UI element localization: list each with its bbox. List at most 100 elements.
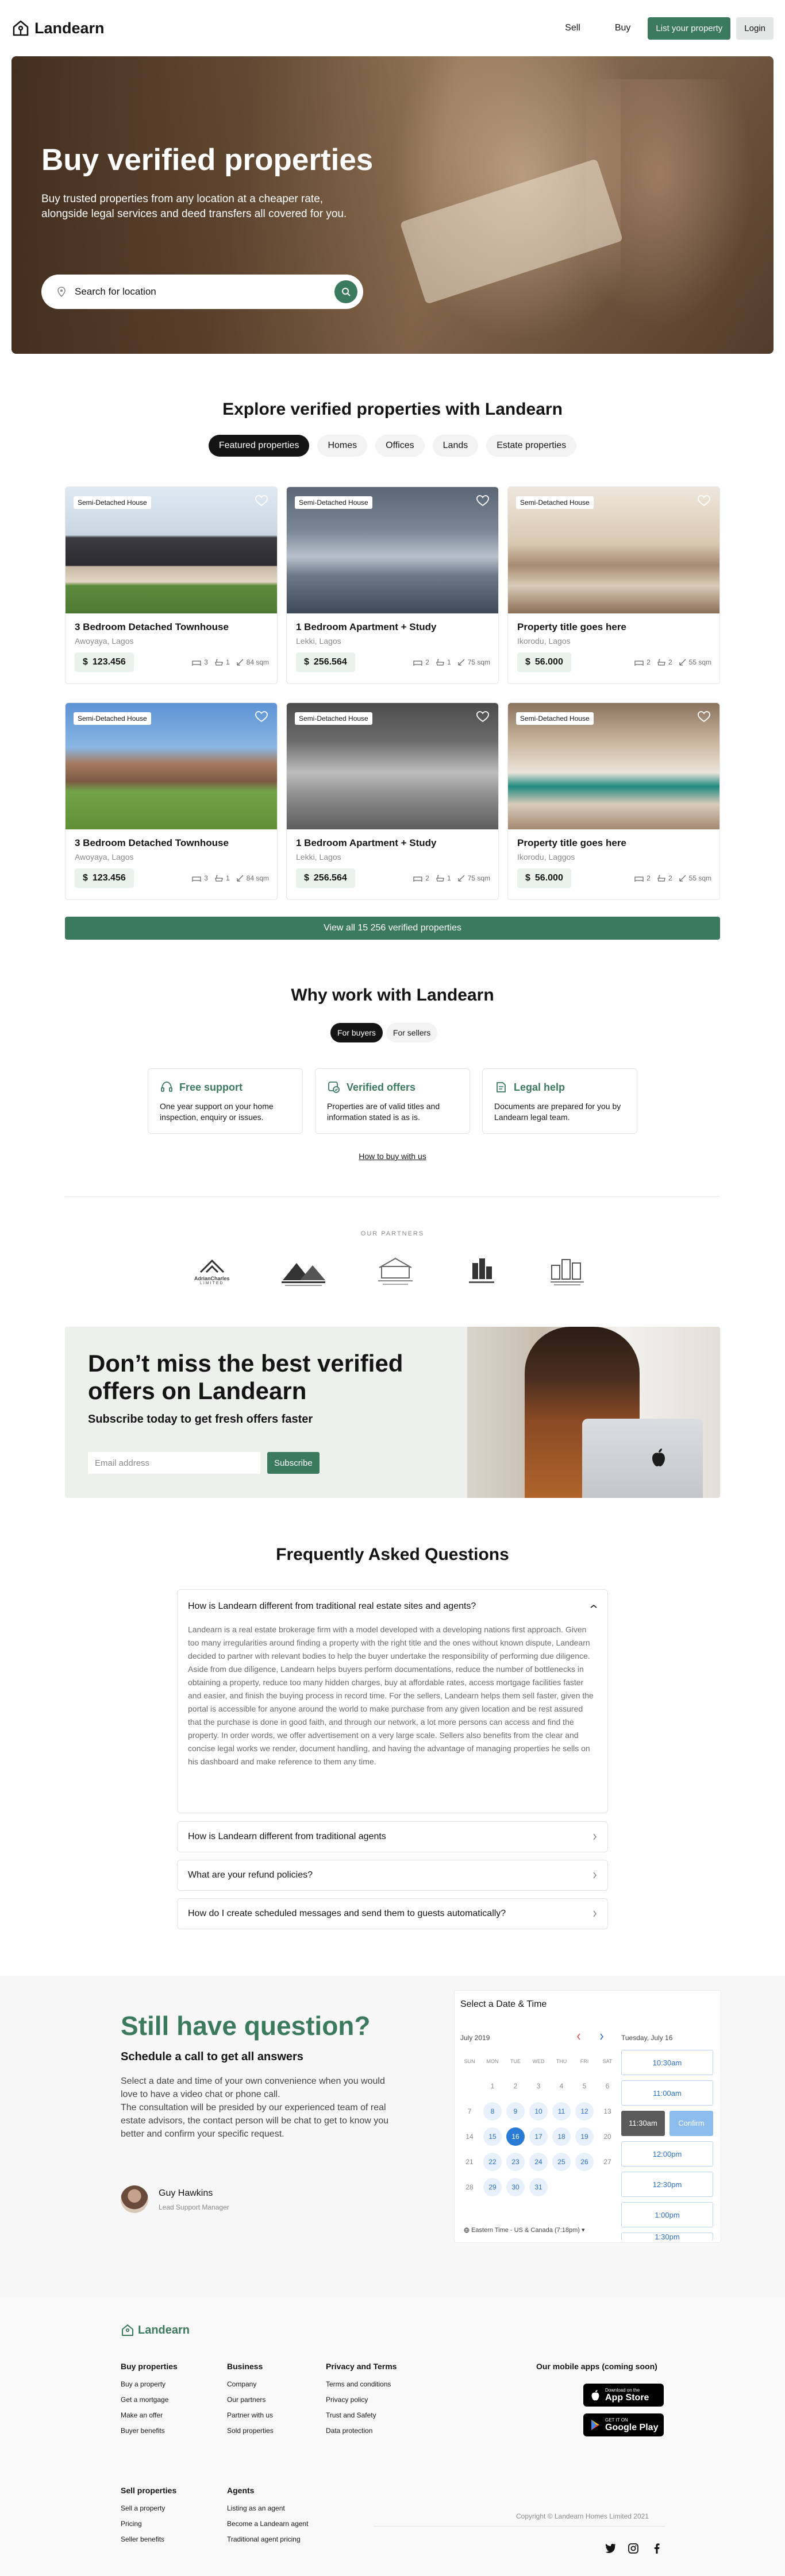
footer-link[interactable]: Sold properties: [227, 2427, 274, 2435]
footer-link[interactable]: Make an offer: [121, 2411, 178, 2419]
calendar-day[interactable]: 31: [529, 2178, 548, 2196]
property-price: $123.456: [75, 652, 134, 672]
selected-time-slot[interactable]: 11:30am: [621, 2111, 665, 2136]
mobile-apps-title: Our mobile apps (coming soon): [536, 2362, 657, 2371]
property-meta: $123.456 3 1 84 sqm: [66, 646, 277, 672]
calendar-day[interactable]: 22: [483, 2153, 502, 2171]
calendar-day[interactable]: 25: [552, 2153, 571, 2171]
faq-item-open[interactable]: How is Landearn different from tradition…: [177, 1589, 608, 1813]
nav-link-buy[interactable]: Buy: [598, 23, 648, 33]
footer-link[interactable]: Become a Landearn agent: [227, 2520, 308, 2528]
calendar-day[interactable]: 19: [575, 2127, 594, 2146]
app-store-badge[interactable]: Download on the App Store: [583, 2384, 664, 2407]
next-month-icon[interactable]: [599, 2033, 604, 2040]
footer-link[interactable]: Listing as an agent: [227, 2504, 308, 2512]
timezone-selector[interactable]: Eastern Time - US & Canada (7:18pm) ▾: [464, 2226, 585, 2234]
filter-featured[interactable]: Featured properties: [208, 435, 310, 457]
calendar-day[interactable]: 15: [483, 2127, 502, 2146]
filter-homes[interactable]: Homes: [317, 435, 368, 457]
twitter-icon[interactable]: [605, 2543, 616, 2553]
time-slot[interactable]: 10:30am: [621, 2050, 713, 2075]
footer-link[interactable]: Our partners: [227, 2396, 274, 2404]
footer-link[interactable]: Sell a property: [121, 2504, 176, 2512]
footer-link[interactable]: Traditional agent pricing: [227, 2535, 308, 2543]
nav-link-sell[interactable]: Sell: [548, 23, 598, 33]
footer-link[interactable]: Terms and conditions: [326, 2380, 397, 2388]
property-card[interactable]: Semi-Detached House 3 Bedroom Detached T…: [65, 486, 278, 684]
heart-icon[interactable]: [255, 495, 268, 507]
brand-logo[interactable]: Landearn: [11, 19, 105, 37]
property-card[interactable]: Semi-Detached House 3 Bedroom Detached T…: [65, 702, 278, 900]
list-property-button[interactable]: List your property: [648, 17, 731, 40]
footer-link[interactable]: Partner with us: [227, 2411, 274, 2419]
partner-logo-3: [374, 1255, 417, 1287]
heart-icon[interactable]: [698, 711, 710, 723]
calendar-day[interactable]: 9: [506, 2102, 525, 2121]
filter-offices[interactable]: Offices: [375, 435, 425, 457]
time-slot[interactable]: 1:00pm: [621, 2202, 713, 2227]
property-card[interactable]: Semi-Detached House Property title goes …: [507, 486, 720, 684]
google-play-badge[interactable]: GET IT ON Google Play: [583, 2413, 664, 2436]
calendar-day[interactable]: 30: [506, 2178, 525, 2196]
calendar-day[interactable]: 18: [552, 2127, 571, 2146]
price-value: 56.000: [534, 873, 563, 883]
calendar-day[interactable]: 8: [483, 2102, 502, 2121]
heart-icon[interactable]: [255, 711, 268, 723]
price-value: 56.000: [534, 657, 563, 667]
calendar-day[interactable]: 12: [575, 2102, 594, 2121]
time-slot[interactable]: 1:30pm: [621, 2233, 713, 2241]
footer-link[interactable]: Seller benefits: [121, 2535, 176, 2543]
view-all-properties-button[interactable]: View all 15 256 verified properties: [65, 917, 720, 940]
calendar-day[interactable]: 16: [506, 2127, 525, 2146]
property-card[interactable]: Semi-Detached House 1 Bedroom Apartment …: [286, 486, 499, 684]
filter-estate[interactable]: Estate properties: [486, 435, 577, 457]
calendar-day[interactable]: 17: [529, 2127, 548, 2146]
prev-month-icon[interactable]: [576, 2033, 581, 2040]
area-spec: 84 sqm: [236, 658, 269, 666]
subscribe-button[interactable]: Subscribe: [267, 1452, 320, 1474]
time-slot[interactable]: 11:00am: [621, 2080, 713, 2106]
search-button[interactable]: [334, 280, 357, 303]
bath-icon: [657, 875, 665, 882]
faq-item[interactable]: How is Landearn different from tradition…: [177, 1821, 608, 1852]
calendar-day[interactable]: 24: [529, 2153, 548, 2171]
calendar-day[interactable]: 26: [575, 2153, 594, 2171]
footer-link[interactable]: Data protection: [326, 2427, 397, 2435]
calendar-day[interactable]: 11: [552, 2102, 571, 2121]
location-search-input[interactable]: [66, 286, 334, 298]
time-slot[interactable]: 12:00pm: [621, 2141, 713, 2166]
faq-item[interactable]: What are your refund policies?: [177, 1860, 608, 1891]
how-to-buy-link[interactable]: How to buy with us: [0, 1152, 785, 1161]
footer-link[interactable]: Buy a property: [121, 2380, 178, 2388]
footer-link[interactable]: Get a mortgage: [121, 2396, 178, 2404]
property-price: $56.000: [517, 652, 571, 672]
email-input[interactable]: [88, 1452, 260, 1474]
toggle-buyers[interactable]: For buyers: [330, 1023, 383, 1042]
confirm-slot-button[interactable]: Confirm: [669, 2111, 713, 2136]
faq-item[interactable]: How do I create scheduled messages and s…: [177, 1898, 608, 1929]
time-slot[interactable]: 12:30pm: [621, 2172, 713, 2197]
property-card[interactable]: Semi-Detached House Property title goes …: [507, 702, 720, 900]
chevron-up-icon[interactable]: [590, 1604, 597, 1609]
heart-icon[interactable]: [476, 711, 489, 723]
footer-link[interactable]: Company: [227, 2380, 274, 2388]
filter-lands[interactable]: Lands: [432, 435, 479, 457]
footer-link[interactable]: Pricing: [121, 2520, 176, 2528]
bed-icon: [634, 876, 644, 882]
calendar-day[interactable]: 23: [506, 2153, 525, 2171]
bed-icon: [634, 661, 644, 666]
footer-link[interactable]: Buyer benefits: [121, 2427, 178, 2435]
login-button[interactable]: Login: [736, 17, 774, 40]
footer-link[interactable]: Privacy policy: [326, 2396, 397, 2404]
footer-link[interactable]: Trust and Safety: [326, 2411, 397, 2419]
instagram-icon[interactable]: [628, 2543, 638, 2554]
facebook-icon[interactable]: [654, 2543, 660, 2554]
footer-brand[interactable]: Landearn: [121, 2323, 190, 2337]
heart-icon[interactable]: [698, 495, 710, 507]
play-store-icon: [591, 2420, 599, 2430]
heart-icon[interactable]: [476, 495, 489, 507]
calendar-day[interactable]: 29: [483, 2178, 502, 2196]
calendar-day[interactable]: 10: [529, 2102, 548, 2121]
toggle-sellers[interactable]: For sellers: [386, 1023, 438, 1042]
property-card[interactable]: Semi-Detached House 1 Bedroom Apartment …: [286, 702, 499, 900]
